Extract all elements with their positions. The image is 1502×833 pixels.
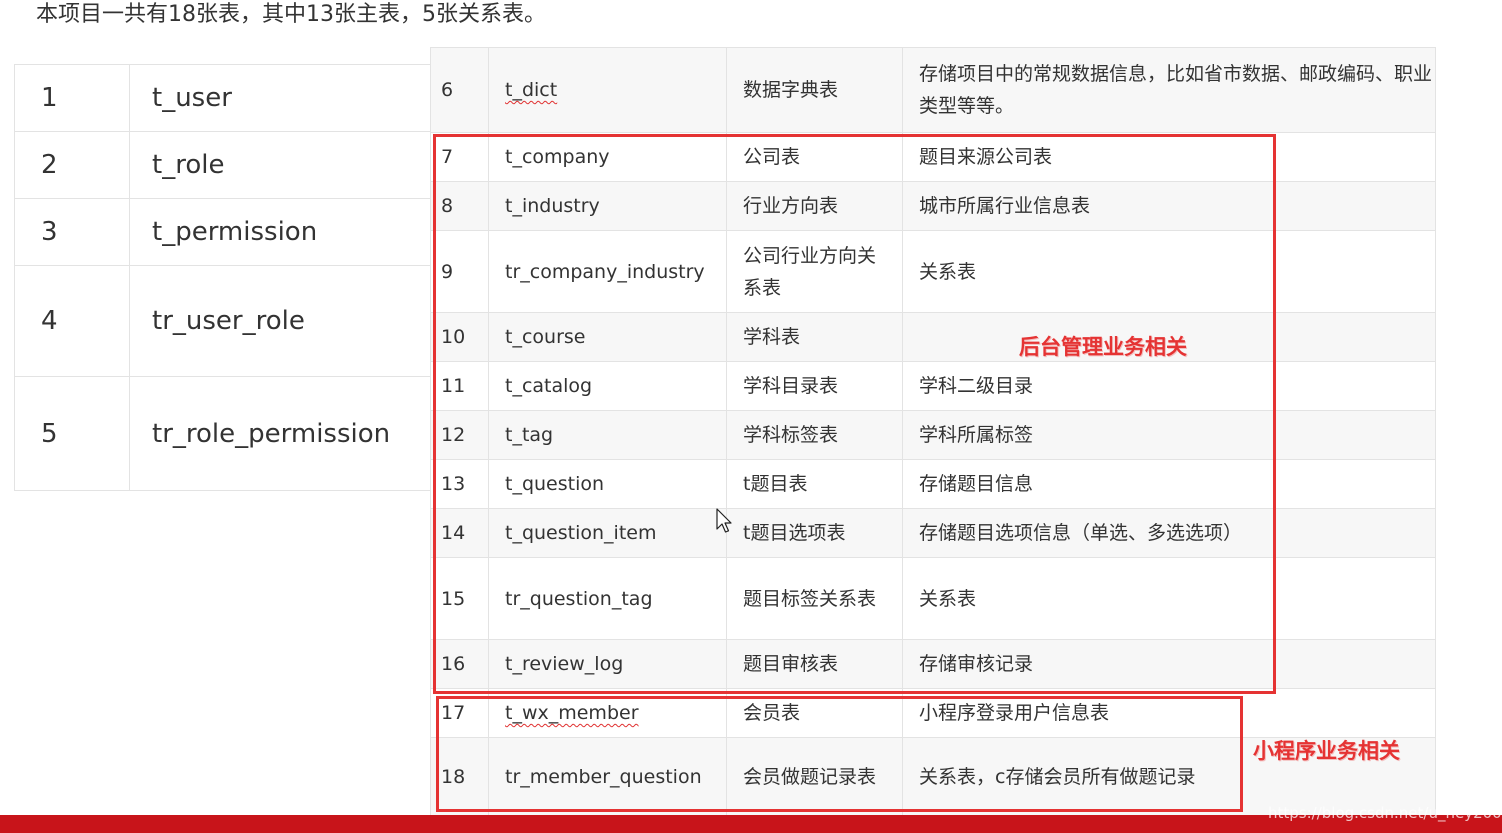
row-number: 13 xyxy=(430,459,489,509)
table-chinese-name: t题目表 xyxy=(726,459,903,509)
row-number: 15 xyxy=(430,557,489,640)
table-name-text: t_wx_member xyxy=(505,702,639,724)
table-row: 15 tr_question_tag 题目标签关系表 关系表 xyxy=(430,557,1436,640)
table-chinese-name: 题目审核表 xyxy=(726,639,903,689)
table-name: t_question xyxy=(488,459,727,509)
row-number: 8 xyxy=(430,181,489,231)
row-number: 16 xyxy=(430,639,489,689)
table-row: 17 t_wx_member 会员表 小程序登录用户信息表 xyxy=(430,688,1436,738)
table-row: 14 t_question_item t题目选项表 存储题目选项信息（单选、多选… xyxy=(430,508,1436,558)
table-name: t_company xyxy=(488,132,727,182)
miniprogram-annotation: 小程序业务相关 xyxy=(1253,739,1400,763)
table-description: 题目来源公司表 xyxy=(902,132,1436,182)
table-description: 学科二级目录 xyxy=(902,361,1436,411)
table-name: t_permission xyxy=(129,198,444,266)
table-name: t_user xyxy=(129,64,444,132)
table-description: 存储项目中的常规数据信息，比如省市数据、邮政编码、职业类型等等。 xyxy=(902,47,1436,133)
table-name: t_review_log xyxy=(488,639,727,689)
row-number: 5 xyxy=(14,376,130,491)
table-chinese-name: 学科标签表 xyxy=(726,410,903,460)
table-name: tr_member_question xyxy=(488,737,727,816)
table-description: 学科所属标签 xyxy=(902,410,1436,460)
admin-annotation: 后台管理业务相关 xyxy=(1019,335,1187,359)
table-description: 关系表 xyxy=(902,230,1436,313)
table-chinese-name: 公司行业方向关系表 xyxy=(726,230,903,313)
table-row: 1 t_user xyxy=(14,64,444,132)
table-row: 5 tr_role_permission xyxy=(14,376,444,491)
table-row: 13 t_question t题目表 存储题目信息 xyxy=(430,459,1436,509)
table-name: t_course xyxy=(488,312,727,362)
table-name-text: t_dict xyxy=(505,79,558,101)
table-name: t_wx_member xyxy=(488,688,727,738)
row-number: 14 xyxy=(430,508,489,558)
table-name: tr_role_permission xyxy=(129,376,444,491)
table-name: t_tag xyxy=(488,410,727,460)
row-number: 11 xyxy=(430,361,489,411)
table-chinese-name: 学科目录表 xyxy=(726,361,903,411)
table-row: 4 tr_user_role xyxy=(14,265,444,377)
table-name: tr_question_tag xyxy=(488,557,727,640)
table-name: t_industry xyxy=(488,181,727,231)
row-number: 12 xyxy=(430,410,489,460)
table-description: 小程序登录用户信息表 xyxy=(902,688,1436,738)
row-number: 6 xyxy=(430,47,489,133)
table-name: t_role xyxy=(129,131,444,199)
row-number: 1 xyxy=(14,64,130,132)
table-row: 8 t_industry 行业方向表 城市所属行业信息表 xyxy=(430,181,1436,231)
table-name: tr_user_role xyxy=(129,265,444,377)
row-number: 17 xyxy=(430,688,489,738)
table-name: t_catalog xyxy=(488,361,727,411)
table-row: 10 t_course 学科表 xyxy=(430,312,1436,362)
table-description: 城市所属行业信息表 xyxy=(902,181,1436,231)
table-row: 11 t_catalog 学科目录表 学科二级目录 xyxy=(430,361,1436,411)
table-chinese-name: 会员表 xyxy=(726,688,903,738)
table-name: t_dict xyxy=(488,47,727,133)
table-description: 存储题目选项信息（单选、多选选项） xyxy=(902,508,1436,558)
row-number: 3 xyxy=(14,198,130,266)
table-row: 7 t_company 公司表 题目来源公司表 xyxy=(430,132,1436,182)
table-chinese-name: 学科表 xyxy=(726,312,903,362)
table-chinese-name: 会员做题记录表 xyxy=(726,737,903,816)
table-row: 2 t_role xyxy=(14,131,444,199)
table-row: 12 t_tag 学科标签表 学科所属标签 xyxy=(430,410,1436,460)
page-heading: 本项目一共有18张表，其中13张主表，5张关系表。 xyxy=(36,2,546,27)
table-name: tr_company_industry xyxy=(488,230,727,313)
table-chinese-name: 数据字典表 xyxy=(726,47,903,133)
table-row: 6 t_dict 数据字典表 存储项目中的常规数据信息，比如省市数据、邮政编码、… xyxy=(430,47,1436,133)
table-chinese-name: t题目选项表 xyxy=(726,508,903,558)
table-description: 存储审核记录 xyxy=(902,639,1436,689)
row-number: 18 xyxy=(430,737,489,816)
table-name: t_question_item xyxy=(488,508,727,558)
table-chinese-name: 公司表 xyxy=(726,132,903,182)
table-row: 16 t_review_log 题目审核表 存储审核记录 xyxy=(430,639,1436,689)
table-row: 9 tr_company_industry 公司行业方向关系表 关系表 xyxy=(430,230,1436,313)
left-table: 1 t_user 2 t_role 3 t_permission 4 tr_us… xyxy=(14,64,444,491)
row-number: 4 xyxy=(14,265,130,377)
table-description: 存储题目信息 xyxy=(902,459,1436,509)
row-number: 2 xyxy=(14,131,130,199)
table-chinese-name: 行业方向表 xyxy=(726,181,903,231)
right-table: 6 t_dict 数据字典表 存储项目中的常规数据信息，比如省市数据、邮政编码、… xyxy=(430,47,1436,816)
row-number: 10 xyxy=(430,312,489,362)
table-row: 3 t_permission xyxy=(14,198,444,266)
row-number: 9 xyxy=(430,230,489,313)
table-chinese-name: 题目标签关系表 xyxy=(726,557,903,640)
row-number: 7 xyxy=(430,132,489,182)
mouse-cursor-icon xyxy=(716,508,732,533)
watermark: https://blog.csdn.net/u_ney2000 xyxy=(1268,804,1502,822)
table-description: 关系表 xyxy=(902,557,1436,640)
